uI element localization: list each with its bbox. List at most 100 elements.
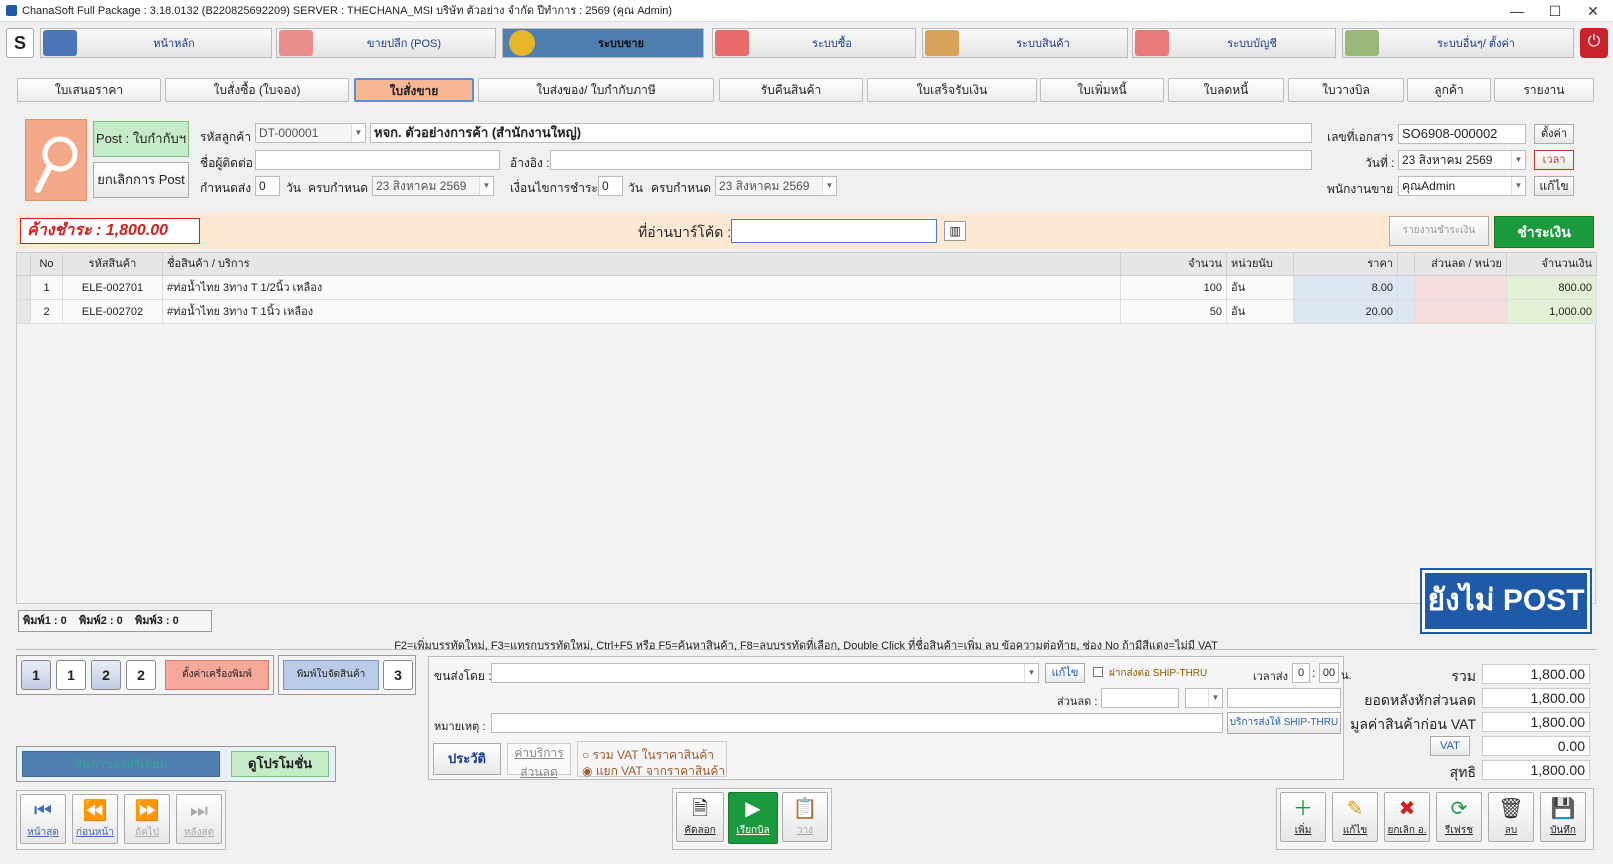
cell-name[interactable]: #ท่อน้ำไทย 3ทาง T 1/2นิ้ว เหลือง bbox=[163, 276, 1121, 300]
tab-purchase-order[interactable]: ใบสั่งซื้อ (ใบจอง) bbox=[165, 78, 349, 102]
first-record-button[interactable]: ⏮ หน้าสุด bbox=[20, 794, 66, 844]
chevron-down-icon[interactable]: ▼ bbox=[1511, 151, 1525, 169]
chevron-down-icon[interactable]: ▼ bbox=[1511, 177, 1525, 195]
doc-no-field[interactable]: SO6908-000002 bbox=[1398, 124, 1526, 144]
barcode-input[interactable] bbox=[731, 219, 937, 243]
logo-icon[interactable]: S bbox=[6, 28, 34, 58]
payment-report-button[interactable]: รายงานชำระเงิน bbox=[1389, 216, 1489, 246]
tab-credit-note[interactable]: ใบลดหนี้ bbox=[1168, 78, 1284, 102]
ship-thru-service-button[interactable]: บริการส่งให้ SHIP-THRU bbox=[1227, 712, 1341, 734]
recall-bill-button[interactable]: ▶ เรียกบิล bbox=[728, 792, 778, 844]
pick-slip-button[interactable]: พิมพ์ใบจัดสินค้า bbox=[283, 660, 379, 690]
cell-name[interactable]: #ท่อน้ำไทย 3ทาง T 1นิ้ว เหลือง bbox=[163, 300, 1121, 324]
contact-field[interactable] bbox=[255, 150, 500, 170]
printer-settings-button[interactable]: ตั้งค่าเครื่องพิมพ์ bbox=[165, 660, 269, 690]
print-1-button[interactable]: 1 bbox=[21, 660, 51, 690]
minimize-button[interactable]: — bbox=[1498, 0, 1536, 22]
ship-hour-field[interactable]: 0 bbox=[1292, 663, 1310, 683]
save-button[interactable]: 💾 บันทึก bbox=[1540, 792, 1586, 842]
ship-thru-checkbox[interactable] bbox=[1093, 667, 1103, 677]
last-record-button[interactable]: ⏭ หลังสุด bbox=[176, 794, 222, 844]
chevron-down-icon[interactable]: ▼ bbox=[822, 177, 836, 195]
ship-by-field[interactable]: ▼ bbox=[491, 663, 1039, 683]
prev-record-button[interactable]: ⏪ ก่อนหน้า bbox=[72, 794, 118, 844]
menu-sales[interactable]: ระบบขาย bbox=[502, 28, 704, 58]
tab-quotation[interactable]: ใบเสนอราคา bbox=[17, 78, 161, 102]
print-preview-1-button[interactable]: 1 bbox=[56, 660, 86, 690]
menu-purchase[interactable]: ระบบซื้อ bbox=[712, 28, 916, 58]
edit-salesperson-button[interactable]: แก้ไข bbox=[1534, 176, 1574, 196]
menu-pos[interactable]: ขายปลีก (POS) bbox=[276, 28, 496, 58]
cell-discount[interactable] bbox=[1415, 276, 1507, 300]
barcode-icon[interactable]: ▥ bbox=[944, 221, 966, 241]
refresh-button[interactable]: ⟳ รีเฟรช bbox=[1436, 792, 1482, 842]
delivery-due-field[interactable]: 23 สิงหาคม 2569 ▼ bbox=[372, 176, 494, 196]
print-preview-3-button[interactable]: 3 bbox=[383, 660, 413, 690]
settings-button[interactable]: ตั้งค่า bbox=[1534, 124, 1574, 144]
salesperson-field[interactable]: คุณAdmin ▼ bbox=[1398, 176, 1526, 196]
history-button[interactable]: ประวัติ bbox=[433, 743, 501, 775]
cell-qty[interactable]: 100 bbox=[1121, 276, 1227, 300]
premium-items-button[interactable]: สินค้าของพรีเมียม bbox=[22, 751, 220, 777]
cell-code[interactable]: ELE-002702 bbox=[63, 300, 163, 324]
cancel-post-button[interactable]: ยกเลิกการ Post bbox=[93, 162, 189, 198]
edit-button[interactable]: ✎ แก้ไข bbox=[1332, 792, 1378, 842]
tab-billing-note[interactable]: ใบวางบิล bbox=[1288, 78, 1404, 102]
chevron-down-icon[interactable]: ▼ bbox=[479, 177, 493, 195]
cell-discount[interactable] bbox=[1415, 300, 1507, 324]
discount-type-field[interactable]: ▼ bbox=[1185, 688, 1223, 708]
add-button[interactable]: ＋เพิ่ม bbox=[1280, 792, 1326, 842]
close-window-button[interactable]: ✕ bbox=[1574, 0, 1612, 22]
edit-shipping-button[interactable]: แก้ไข bbox=[1045, 663, 1085, 683]
power-icon[interactable]: ⏻ bbox=[1580, 28, 1608, 58]
vat-excluded-radio[interactable]: ◉ แยก VAT จากราคาสินค้า bbox=[582, 762, 725, 781]
service-fee-discount[interactable]: ค่าบริการ ส่วนลด bbox=[507, 743, 571, 779]
delete-button[interactable]: 🗑 ลบ bbox=[1488, 792, 1534, 842]
cell-unit[interactable]: อัน bbox=[1227, 300, 1294, 324]
payment-due-field[interactable]: 23 สิงหาคม 2569 ▼ bbox=[715, 176, 837, 196]
next-record-button[interactable]: ⏩ ถัดไป bbox=[124, 794, 170, 844]
menu-settings[interactable]: ระบบอื่นๆ/ ตั้งค่า bbox=[1342, 28, 1574, 58]
chevron-down-icon[interactable]: ▼ bbox=[1024, 664, 1038, 682]
promotion-button[interactable]: ดูโปรโมชั่น bbox=[231, 751, 329, 777]
menu-inventory[interactable]: ระบบสินค้า bbox=[922, 28, 1128, 58]
ship-minute-field[interactable]: 00 bbox=[1319, 663, 1339, 683]
tab-sales-order[interactable]: ใบสั่งขาย bbox=[354, 78, 474, 102]
row-selector[interactable] bbox=[17, 300, 31, 324]
payment-days-field[interactable]: 0 bbox=[598, 176, 623, 196]
tab-receipt[interactable]: ใบเสร็จรับเงิน bbox=[867, 78, 1037, 102]
reference-field[interactable] bbox=[550, 150, 1312, 170]
search-magnifier-icon[interactable] bbox=[25, 119, 87, 201]
discount-field[interactable] bbox=[1101, 688, 1179, 708]
tab-delivery-invoice[interactable]: ใบส่งของ/ ใบกำกับภาษี bbox=[478, 78, 714, 102]
customer-name-field[interactable]: หจก. ตัวอย่างการค้า (สำนักงานใหญ่) bbox=[370, 123, 1312, 143]
date-field[interactable]: 23 สิงหาคม 2569 ▼ bbox=[1398, 150, 1526, 170]
customer-code-field[interactable]: DT-000001 ▼ bbox=[255, 123, 366, 143]
note-field[interactable] bbox=[491, 713, 1223, 733]
tab-reports[interactable]: รายงาน bbox=[1494, 78, 1594, 102]
vat-button[interactable]: VAT bbox=[1430, 736, 1470, 756]
cell-price[interactable]: 20.00 bbox=[1294, 300, 1398, 324]
tab-debit-note[interactable]: ใบเพิ่มหนี้ bbox=[1040, 78, 1164, 102]
cancel-document-button[interactable]: ✖ ยกเลิก อ. bbox=[1384, 792, 1430, 842]
cell-qty[interactable]: 50 bbox=[1121, 300, 1227, 324]
discount-amount-field[interactable] bbox=[1227, 688, 1341, 708]
menu-home[interactable]: หน้าหลัก bbox=[40, 28, 272, 58]
tab-returns[interactable]: รับคืนสินค้า bbox=[719, 78, 863, 102]
row-selector[interactable] bbox=[17, 276, 31, 300]
paste-button[interactable]: 📋 วาง bbox=[782, 792, 828, 842]
print-preview-2-button[interactable]: 2 bbox=[126, 660, 156, 690]
time-button[interactable]: เวลา bbox=[1534, 150, 1574, 170]
pay-button[interactable]: ชำระเงิน bbox=[1494, 216, 1594, 248]
cell-price[interactable]: 8.00 bbox=[1294, 276, 1398, 300]
menu-accounting[interactable]: ระบบบัญชี bbox=[1132, 28, 1336, 58]
cell-unit[interactable]: อัน bbox=[1227, 276, 1294, 300]
cell-code[interactable]: ELE-002701 bbox=[63, 276, 163, 300]
tab-customers[interactable]: ลูกค้า bbox=[1407, 78, 1491, 102]
post-invoice-button[interactable]: Post : ใบกำกับฯ bbox=[93, 121, 189, 157]
chevron-down-icon[interactable]: ▼ bbox=[351, 124, 365, 142]
print-2-button[interactable]: 2 bbox=[91, 660, 121, 690]
maximize-button[interactable]: ☐ bbox=[1536, 0, 1574, 22]
copy-button[interactable]: 🗎 คัดลอก bbox=[676, 792, 724, 842]
delivery-days-field[interactable]: 0 bbox=[255, 176, 280, 196]
